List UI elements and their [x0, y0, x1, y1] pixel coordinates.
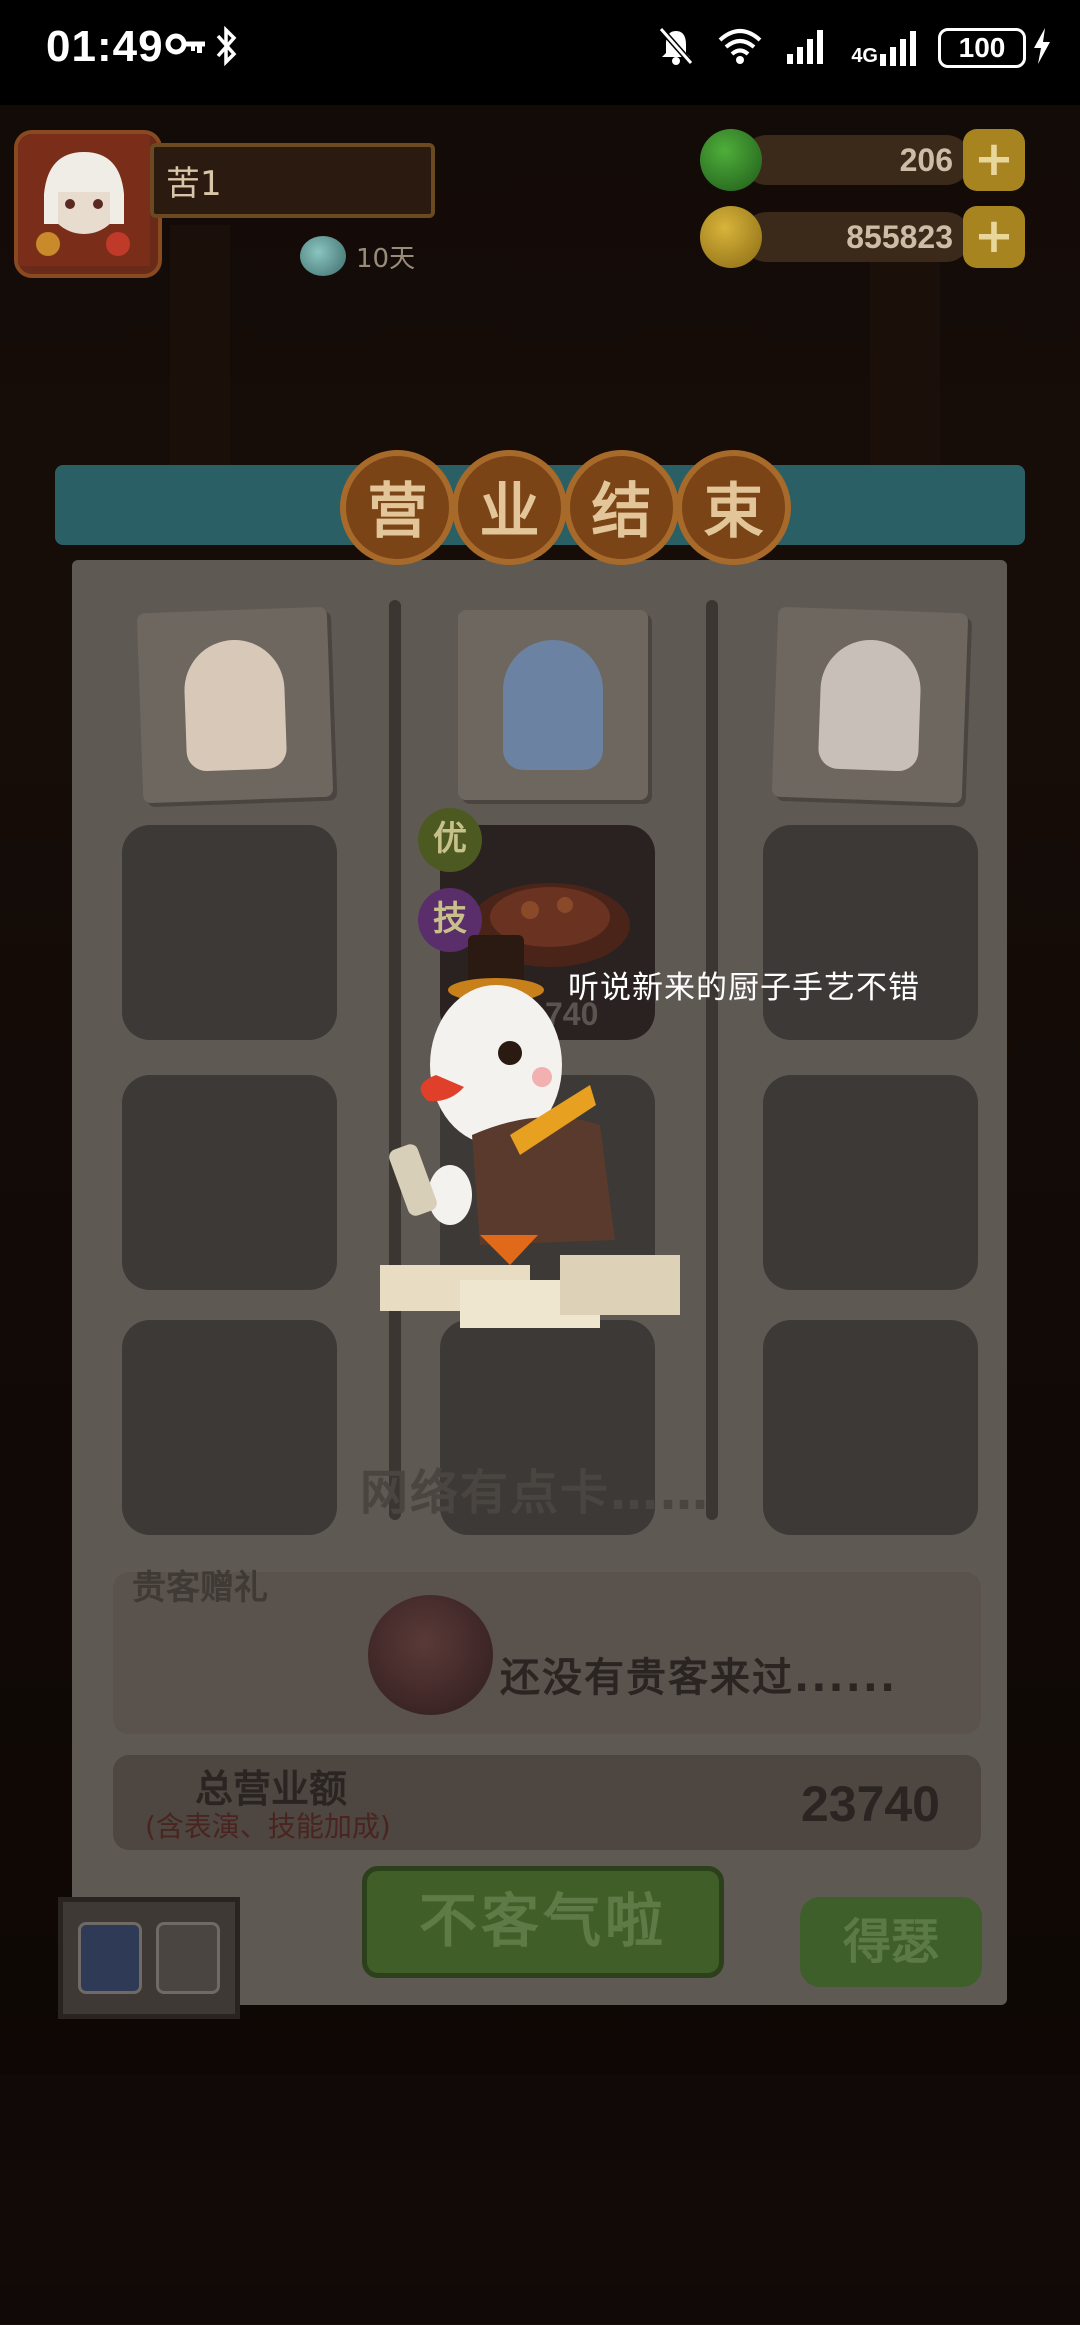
- chef-card-3[interactable]: [771, 606, 969, 804]
- title-char: 束: [676, 450, 791, 565]
- days-counter: 10天: [300, 236, 415, 276]
- vpn-key-icon: [165, 26, 207, 66]
- gold-coin-icon: [700, 206, 762, 268]
- days-text: 10天: [356, 243, 416, 274]
- bluetooth-icon: [214, 25, 238, 70]
- screenshot-toolbox: [58, 1897, 240, 2019]
- status-right-icons: 4G 100: [657, 26, 1052, 70]
- mute-bell-icon: [657, 26, 695, 70]
- total-revenue-note: (含表演、技能加成): [145, 1810, 391, 1843]
- currency-green: 206 +: [700, 128, 1025, 192]
- chef-portrait: [503, 640, 603, 770]
- currency-gold: 855823 +: [700, 205, 1025, 269]
- title-char: 营: [340, 450, 455, 565]
- player-avatar[interactable]: [14, 130, 162, 278]
- network-lag-text: 网络有点卡……: [360, 1465, 711, 1521]
- charging-bolt-icon: [1032, 27, 1052, 69]
- guest-gift-label: 贵客赠礼: [132, 1568, 268, 1608]
- status-time: 01:49: [46, 22, 164, 71]
- title-char: 业: [452, 450, 567, 565]
- battery-indicator: 100: [938, 28, 1026, 68]
- dish-slot[interactable]: [763, 1075, 978, 1290]
- calendar-gem-icon: [300, 236, 346, 276]
- currency-gold-value: 855823: [742, 212, 971, 262]
- share-icon[interactable]: [156, 1922, 220, 1994]
- speech-text: 听说新来的厨子手艺不错: [568, 970, 920, 1006]
- chef-portrait: [817, 638, 923, 772]
- jade-coin-icon: [700, 129, 762, 191]
- dish-slot[interactable]: [122, 1075, 337, 1290]
- plum-mascot-icon: [368, 1595, 493, 1715]
- brag-button[interactable]: 得瑟: [800, 1897, 982, 1987]
- signal-icon: [785, 28, 829, 68]
- dish-slot[interactable]: [122, 1320, 337, 1535]
- chef-card-2[interactable]: [458, 610, 648, 800]
- total-revenue-value: 23740: [800, 1776, 940, 1832]
- player-name-field[interactable]: 苦1: [150, 143, 435, 218]
- currency-green-value: 206: [742, 135, 971, 185]
- guest-empty-text: 还没有贵客来过......: [500, 1655, 898, 1701]
- dish-slot[interactable]: [122, 825, 337, 1040]
- signal-4g-icon: 4G: [851, 30, 916, 66]
- status-bar: 01:49 4G 100: [0, 0, 1080, 105]
- dish-slot[interactable]: [763, 825, 978, 1040]
- wifi-icon: [717, 26, 763, 70]
- quality-tag: 优: [418, 808, 482, 872]
- dish-slot[interactable]: [763, 1320, 978, 1535]
- confirm-button[interactable]: 不客气啦: [362, 1866, 724, 1978]
- chef-card-1[interactable]: [136, 606, 334, 804]
- title-char: 结: [564, 450, 679, 565]
- screenshot-icon[interactable]: [78, 1922, 142, 1994]
- add-gold-button[interactable]: +: [963, 206, 1025, 268]
- add-green-button[interactable]: +: [963, 129, 1025, 191]
- network-label: 4G: [851, 45, 878, 67]
- chef-portrait: [182, 638, 288, 772]
